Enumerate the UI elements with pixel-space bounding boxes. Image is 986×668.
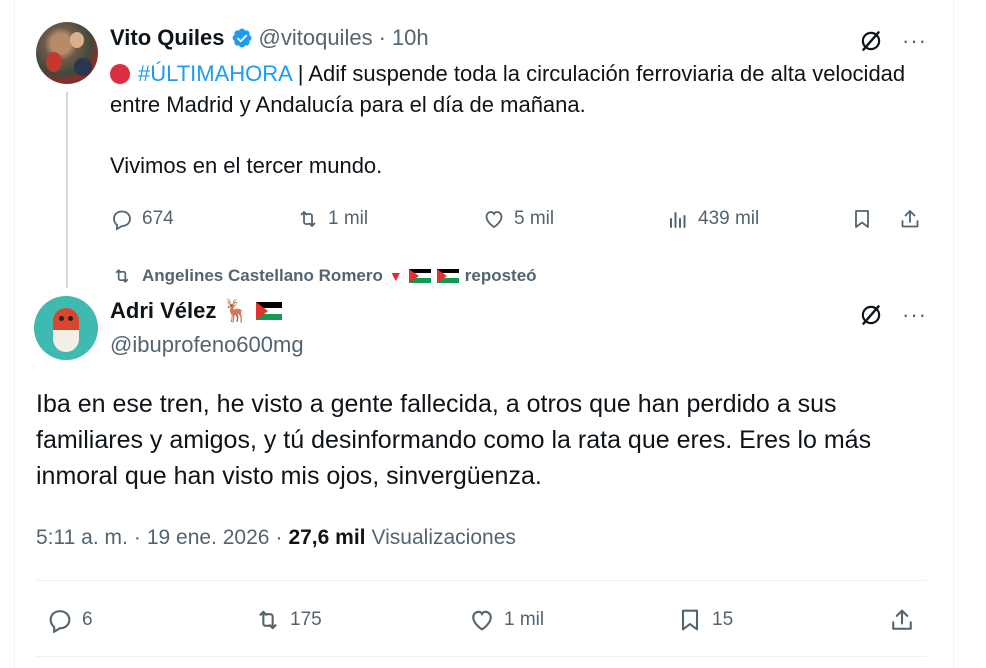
reply-icon [49,610,71,634]
red-circle-emoji-icon [110,64,130,84]
share-icon [901,210,919,228]
parent-repost-count: 1 mil [328,208,369,229]
meta-separator: · [133,526,141,549]
grok-icon[interactable] [858,28,884,54]
bookmark-icon [855,210,869,228]
main-avatar[interactable] [34,296,98,360]
parent-text-second-paragraph: Vivimos en el tercer mundo. [110,153,383,178]
timeline-left-border [14,0,15,668]
red-triangle-emoji-icon: ▼ [388,268,403,284]
main-tweet-text: Iba en ese tren, he visto a gente fallec… [36,390,872,490]
thread-connector-line [66,92,68,288]
tweet-date[interactable]: 19 ene. 2026 [147,526,270,550]
main-reply-count: 6 [82,609,93,630]
heart-icon [485,211,503,229]
main-bookmark-count: 15 [712,609,734,630]
tweet-timestamp[interactable]: 5:11 a. m. [36,526,128,550]
parent-action-bar: 674 1 mil 5 mil 439 mil [110,204,925,234]
bookmark-icon [681,609,699,631]
heart-icon [472,610,492,631]
main-like-button[interactable]: 1 mil [468,604,544,636]
parent-bookmark-button[interactable] [850,204,874,234]
parent-author-name[interactable]: Vito Quiles [110,25,225,51]
more-options-icon[interactable]: ··· [902,30,927,52]
verified-badge-icon [232,28,251,48]
main-like-count: 1 mil [504,609,545,630]
divider [36,656,926,657]
main-author-row: Adri Vélez 🦌 [110,298,282,324]
more-options-icon[interactable]: ··· [902,304,927,326]
parent-time[interactable]: 10h [392,25,429,51]
parent-reply-count: 674 [142,208,174,229]
repost-notice: Angelines Castellano Romero ▼ reposteó [112,266,537,286]
reposted-label: reposteó [464,266,537,285]
share-icon [892,609,912,630]
reply-icon [113,210,131,231]
main-repost-button[interactable]: 175 [254,604,322,636]
deer-emoji-icon: 🦌 [222,298,250,323]
parent-handle[interactable]: @vitoquiles [259,25,373,51]
parent-top-actions: ··· [858,28,927,54]
analytics-bars-icon [670,212,686,228]
parent-reply-button[interactable]: 674 [110,204,174,234]
repost-icon [115,269,129,283]
repost-icon [300,211,316,227]
parent-repost-button[interactable]: 1 mil [296,204,368,234]
timeline-right-border [953,0,954,668]
hashtag-link[interactable]: #ÚLTIMAHORA [138,61,292,86]
main-share-button[interactable] [888,604,916,636]
main-reply-button[interactable]: 6 [46,604,93,636]
parent-avatar[interactable] [36,22,98,84]
divider [36,580,926,581]
parent-views-count: 439 mil [698,208,760,229]
parent-tweet-header: Vito Quiles @vitoquiles · 10h [110,24,429,52]
views-label: Visualizaciones [371,526,516,549]
palestine-flag-icon [408,268,431,284]
parent-like-button[interactable]: 5 mil [482,204,554,234]
views-count: 27,6 mil [288,526,366,549]
main-handle[interactable]: @ibuprofeno600mg [110,332,304,358]
meta-separator: · [275,526,283,549]
tweet-metadata: 5:11 a. m. · 19 ene. 2026 · 27,6 mil Vis… [36,526,516,550]
main-author-name[interactable]: Adri Vélez [110,298,216,324]
parent-tweet-text: #ÚLTIMAHORA | Adif suspende toda la circ… [110,58,910,120]
palestine-flag-icon [436,268,459,284]
parent-views-button[interactable]: 439 mil [666,204,759,234]
header-separator: · [378,25,386,50]
parent-share-button[interactable] [898,204,922,234]
main-action-bar: 6 175 1 mil 15 [36,604,926,636]
main-bookmark-button[interactable]: 15 [676,604,733,636]
reposter-name[interactable]: Angelines Castellano Romero [142,266,383,286]
main-top-actions: ··· [858,302,927,328]
parent-like-count: 5 mil [514,208,555,229]
main-repost-count: 175 [290,609,322,630]
grok-icon[interactable] [858,302,884,328]
palestine-flag-icon [255,302,282,320]
repost-icon [259,610,277,630]
